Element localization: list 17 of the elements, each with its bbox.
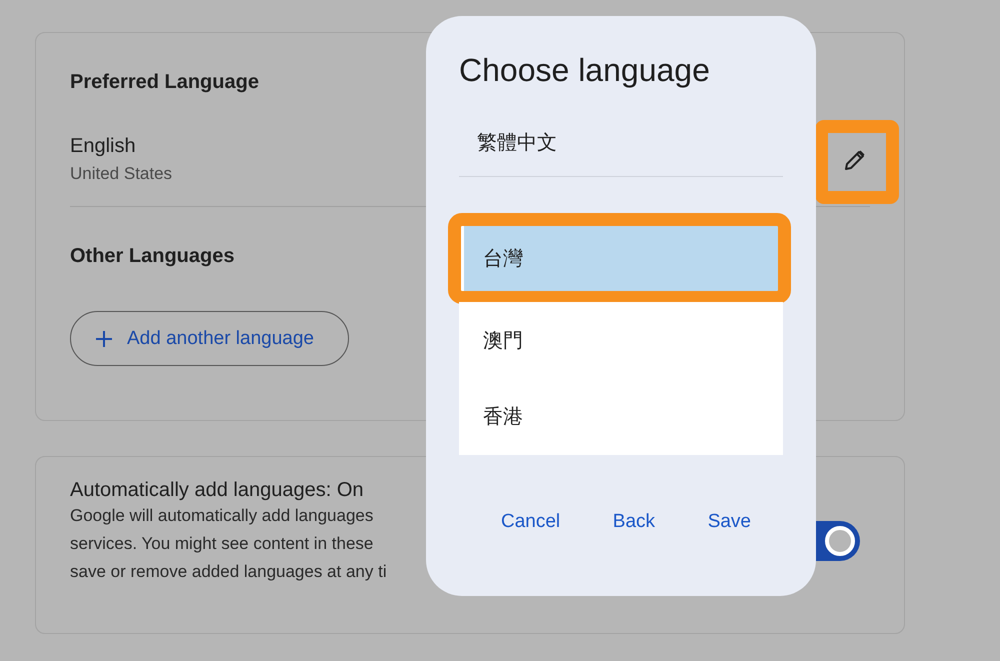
language-name: English [70, 135, 137, 158]
language-option[interactable]: 台灣 [464, 226, 778, 291]
setting-title: Automatically add languages: On [70, 479, 365, 502]
setting-description: Google will automatically add languages [70, 505, 374, 527]
plus-icon [95, 330, 113, 348]
dialog-button[interactable]: Cancel [481, 505, 580, 539]
pencil-icon [843, 148, 867, 172]
language-region: United States [70, 164, 172, 184]
dialog-button[interactable]: Back [592, 505, 676, 539]
add-language-button[interactable]: Add another language [70, 311, 349, 366]
current-language: 繁體中文 [477, 129, 558, 156]
dialog-title: Choose language [459, 52, 711, 89]
section-heading: Other Languages [70, 245, 234, 268]
setting-description: save or remove added languages at any ti [70, 561, 387, 583]
dialog-button[interactable]: Save [688, 505, 771, 539]
setting-description: services. You might see content in these [70, 533, 374, 555]
section-heading: Preferred Language [70, 71, 259, 94]
